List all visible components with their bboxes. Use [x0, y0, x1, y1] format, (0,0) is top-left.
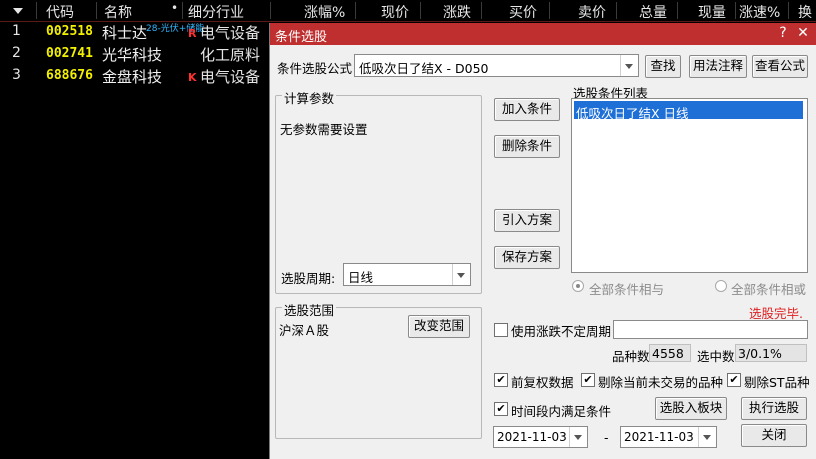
remove-st-checkbox[interactable]: ✔: [727, 373, 741, 387]
date-from-value: 2021-11-03: [497, 430, 567, 444]
column-header-name[interactable]: 名称: [104, 2, 132, 22]
use-variable-period-checkbox[interactable]: [494, 323, 508, 337]
period-select-value: 日线: [348, 270, 374, 285]
variable-period-input[interactable]: [613, 320, 808, 339]
time-range-label: 时间段内满足条件: [511, 404, 612, 419]
view-formula-button[interactable]: 查看公式: [752, 55, 808, 78]
range-value: 沪深Ａ股: [279, 323, 330, 338]
date-to-picker[interactable]: 2021-11-03: [620, 426, 717, 448]
formula-label: 条件选股公式: [277, 61, 353, 76]
column-header-speed[interactable]: 涨速%: [739, 2, 780, 22]
count-field: 4558: [649, 344, 691, 362]
table-row[interactable]: 3 688676 金盘科技 K 电气设备: [0, 65, 270, 87]
table-row[interactable]: 1 002518 科士达 28-光伏+储能 R 电气设备: [0, 21, 270, 43]
stock-screener-dialog: 条件选股 ? ✕ 条件选股公式 低吸次日了结X - D050 查找 用法注释 查…: [269, 23, 816, 459]
period-label: 选股周期:: [281, 271, 336, 286]
date-from-picker[interactable]: 2021-11-03: [493, 426, 588, 448]
list-item[interactable]: 低吸次日了结X 日线: [574, 101, 803, 121]
stock-code: 688676: [46, 68, 93, 83]
change-range-button[interactable]: 改变范围: [408, 315, 470, 338]
remove-st-label: 剔除ST品种: [744, 375, 810, 390]
count-label: 品种数: [612, 349, 650, 364]
stock-industry: 电气设备: [200, 68, 261, 86]
radio-all-or[interactable]: [715, 280, 727, 292]
column-header-industry[interactable]: 细分行业: [188, 2, 244, 22]
stock-name: 金盘科技: [102, 68, 163, 86]
add-condition-button[interactable]: 加入条件: [494, 98, 560, 121]
column-header-current-volume[interactable]: 现量: [698, 2, 726, 22]
radio-all-and[interactable]: [572, 280, 584, 292]
chevron-down-icon[interactable]: [569, 427, 587, 447]
row-number: 1: [12, 23, 21, 39]
execute-button[interactable]: 执行选股: [741, 397, 807, 420]
params-text: 无参数需要设置: [280, 122, 368, 137]
stock-industry: 化工原料: [200, 46, 261, 64]
name-sort-dot-icon: •: [171, 1, 179, 15]
stock-industry: 电气设备: [200, 24, 261, 42]
date-to-value: 2021-11-03: [624, 430, 694, 444]
stock-mark: R: [188, 27, 197, 40]
list-item-label: 低吸次日了结X 日线: [576, 106, 689, 121]
formula-select[interactable]: 低吸次日了结X - D050: [354, 54, 639, 77]
close-icon[interactable]: ✕: [795, 25, 811, 41]
time-range-checkbox[interactable]: ✔: [494, 402, 508, 416]
column-menu-icon[interactable]: [12, 4, 24, 20]
chevron-down-icon[interactable]: [620, 55, 638, 76]
fq-data-label: 前复权数据: [511, 375, 574, 390]
stock-name: 科士达: [102, 24, 148, 42]
stock-mark: K: [188, 71, 197, 84]
remove-untraded-label: 剔除当前未交易的品种: [598, 375, 724, 390]
column-header-volume[interactable]: 总量: [639, 2, 667, 22]
params-group-label: 计算参数: [282, 88, 337, 107]
condition-list[interactable]: 低吸次日了结X 日线: [571, 98, 808, 273]
params-group: 计算参数 无参数需要设置 选股周期: 日线: [275, 88, 482, 294]
table-row[interactable]: 2 002741 光华科技 化工原料: [0, 43, 270, 65]
column-header-change[interactable]: 涨跌: [443, 2, 471, 22]
chevron-down-icon[interactable]: [698, 427, 716, 447]
column-header-code[interactable]: 代码: [46, 2, 74, 22]
stock-code: 002741: [46, 46, 93, 61]
chevron-down-icon[interactable]: [452, 264, 470, 285]
usage-notes-button[interactable]: 用法注释: [689, 55, 747, 78]
row-number: 3: [12, 67, 21, 83]
column-header-ask[interactable]: 卖价: [578, 2, 606, 22]
dialog-title-bar[interactable]: 条件选股 ? ✕: [270, 23, 816, 45]
selected-label: 选中数: [697, 349, 735, 364]
selected-field: 3/0.1%: [735, 344, 807, 362]
date-separator: -: [604, 430, 609, 445]
range-group: 选股范围 沪深Ａ股 改变范围: [275, 300, 482, 439]
dialog-title: 条件选股: [275, 30, 328, 45]
use-variable-period-label: 使用涨跌不定周期: [511, 324, 612, 339]
column-header-bid[interactable]: 买价: [509, 2, 537, 22]
radio-all-or-label: 全部条件相或: [731, 282, 807, 297]
add-to-block-button[interactable]: 选股入板块: [655, 397, 727, 420]
period-select[interactable]: 日线: [343, 263, 471, 286]
find-button[interactable]: 查找: [645, 55, 681, 78]
remove-untraded-checkbox[interactable]: ✔: [581, 373, 595, 387]
help-icon[interactable]: ?: [775, 25, 791, 41]
radio-all-and-label: 全部条件相与: [589, 282, 665, 297]
row-number: 2: [12, 45, 21, 61]
formula-select-value: 低吸次日了结X - D050: [359, 61, 489, 76]
column-header-turnover[interactable]: 换: [798, 2, 812, 22]
column-header-price[interactable]: 现价: [381, 2, 409, 22]
delete-condition-button[interactable]: 删除条件: [494, 135, 560, 158]
stock-name: 光华科技: [102, 46, 163, 64]
stock-code: 002518: [46, 24, 93, 39]
fq-data-checkbox[interactable]: ✔: [494, 373, 508, 387]
column-header-change-pct[interactable]: 涨幅%: [304, 2, 345, 22]
save-scheme-button[interactable]: 保存方案: [494, 246, 560, 269]
close-button[interactable]: 关闭: [741, 424, 807, 447]
table-header: 代码 名称 • 细分行业 涨幅% 现价 涨跌 买价 卖价 总量 现量 涨速% 换: [0, 0, 816, 22]
count-value: 4558: [652, 346, 684, 361]
selected-value: 3/0.1%: [738, 346, 782, 361]
range-group-label: 选股范围: [282, 300, 337, 319]
import-scheme-button[interactable]: 引入方案: [494, 209, 560, 232]
